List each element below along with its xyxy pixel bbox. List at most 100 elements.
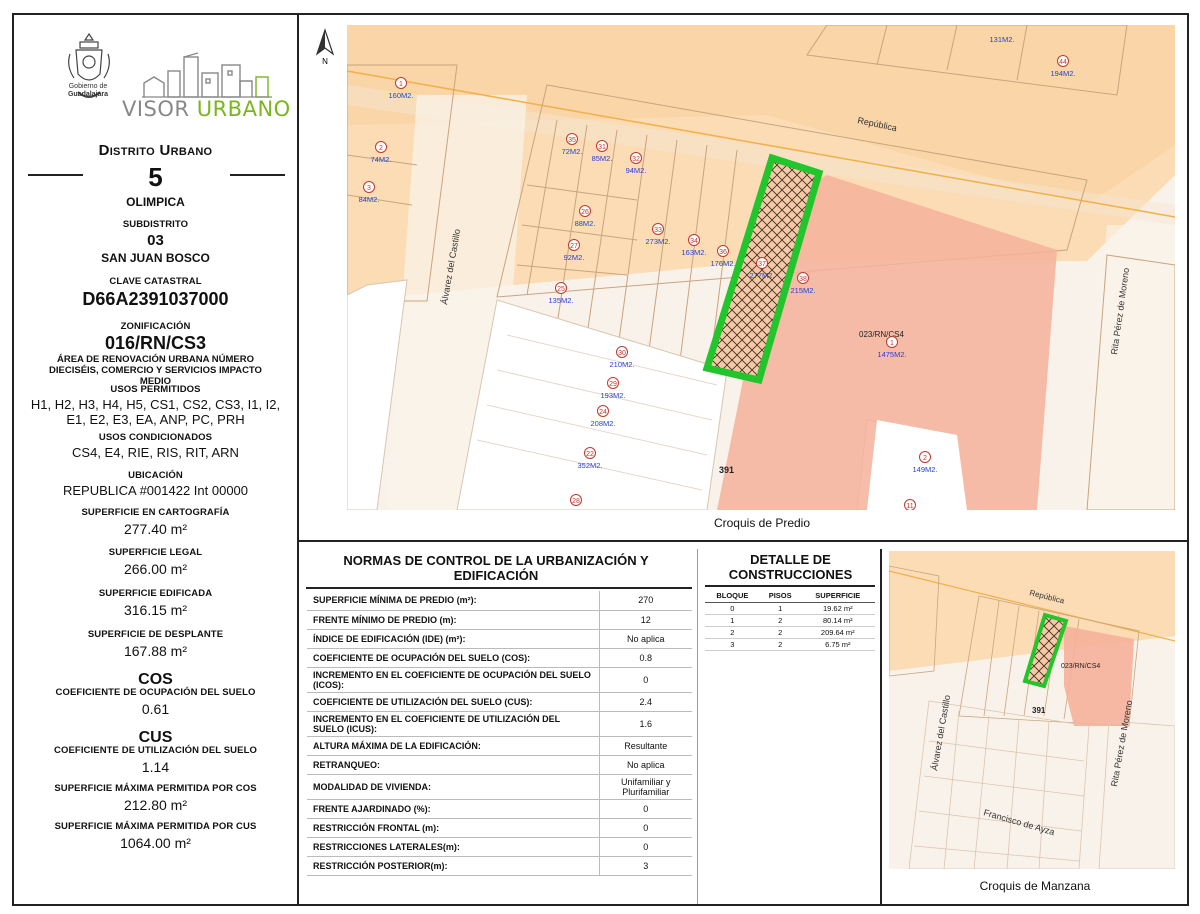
subdistrito-name: SAN JUAN BOSCO	[101, 251, 210, 265]
divider-middle	[299, 540, 1187, 542]
lot-number: 33	[654, 227, 662, 234]
lot-number: 36	[719, 249, 727, 256]
lot-number: 1	[890, 340, 894, 347]
small-street-alvarez: Álvarez del Castillo	[929, 694, 952, 771]
lot-area: 176M2.	[710, 259, 735, 268]
lot-marker[interactable]: 11	[904, 499, 916, 511]
detalle-row: 3 2 6.75 m²	[705, 638, 875, 651]
lot-area: 74M2.	[371, 155, 392, 164]
seal-label: Gobierno de Guadalajara	[58, 83, 118, 99]
usos-permitidos-label: USOS PERMITIDOS	[110, 384, 201, 395]
lot-number: 2	[379, 145, 383, 152]
detalle-header: BLOQUE	[705, 589, 760, 603]
detalle-cell: 2	[705, 626, 760, 639]
lot-number: 28	[572, 498, 580, 505]
lot-area: 149M2.	[912, 465, 937, 474]
normas-key: INCREMENTO EN EL COEFICIENTE DE OCUPACIÓ…	[307, 667, 600, 693]
normas-key: ALTURA MÁXIMA DE LA EDIFICACIÓN:	[307, 736, 600, 756]
normas-row: RETRANQUEO: No aplica	[307, 755, 692, 775]
normas-value: 0	[599, 818, 692, 838]
normas-row: SUPERFICIE MÍNIMA DE PREDIO (m²): 270	[307, 591, 692, 611]
info-panel: Gobierno de Guadalajara VISOR URBANO Dis…	[14, 15, 297, 904]
seal-label-line1: Gobierno de	[68, 83, 108, 90]
normas-key: RETRANQUEO:	[307, 755, 600, 775]
lot-area: 277M2.	[749, 271, 774, 280]
cus-value: 1.14	[141, 759, 170, 775]
normas-value: 0	[599, 837, 692, 857]
detalle-cell: 2	[759, 614, 801, 627]
normas-value: Resultante	[599, 736, 692, 756]
lot-area: 352M2.	[577, 461, 602, 470]
zonificacion-description: ÁREA DE RENOVACIÓN URBANA NÚMERO DIECISÉ…	[49, 354, 262, 387]
small-zone-label: 023/RN/CS4	[1061, 663, 1100, 670]
manzana-map[interactable]: República Álvarez del Castillo Rita Pére…	[889, 551, 1175, 869]
normas-key: INCREMENTO EN EL COEFICIENTE DE UTILIZAC…	[307, 711, 600, 737]
normas-value: 0.8	[599, 648, 692, 668]
sup-cartografia-label: SUPERFICIE EN CARTOGRAFÍA	[81, 507, 230, 518]
sup-edificada-label: SUPERFICIE EDIFICADA	[98, 588, 213, 599]
ubicacion-value: REPUBLICA #001422 Int 00000	[62, 483, 249, 498]
detalle-cell: 2	[759, 638, 801, 651]
normas-row: ALTURA MÁXIMA DE LA EDIFICACIÓN: Resultan…	[307, 736, 692, 756]
lot-number: 35	[568, 137, 576, 144]
cos-value: 0.61	[141, 701, 170, 717]
detalle-row: 2 2 209.64 m²	[705, 626, 875, 639]
urbano-word: URBANO	[196, 97, 291, 121]
normas-row: ÍNDICE DE EDIFICACIÓN (IDE) (m²): No apli…	[307, 629, 692, 649]
distrito-number: 5	[148, 162, 163, 192]
normas-value: 3	[599, 856, 692, 876]
lot-number: 11	[906, 503, 913, 510]
cus-label: COEFICIENTE DE UTILIZACIÓN DEL SUELO	[54, 745, 257, 756]
distrito-name: OLIMPICA	[126, 195, 185, 209]
clave-label: CLAVE CATASTRAL	[109, 276, 202, 287]
skyline-icon	[142, 52, 272, 98]
normas-row: INCREMENTO EN EL COEFICIENTE DE OCUPACIÓ…	[307, 667, 692, 693]
normas-row: RESTRICCIÓN FRONTAL (m): 0	[307, 818, 692, 838]
lot-area: 131M2.	[989, 35, 1014, 44]
divider-normas	[697, 549, 698, 904]
normas-row: COEFICIENTE DE UTILIZACIÓN DEL SUELO (CU…	[307, 692, 692, 712]
lot-number: 1	[399, 81, 403, 88]
detalle-cell: 1	[759, 602, 801, 615]
predio-map-svg: República Álvarez del Castillo Rita Pére…	[347, 25, 1175, 510]
lot-number: 37	[758, 261, 766, 268]
normas-key: COEFICIENTE DE UTILIZACIÓN DEL SUELO (CU…	[307, 692, 600, 712]
sup-max-cos-label: SUPERFICIE MÁXIMA PERMITIDA POR COS	[54, 783, 257, 794]
lot-number: 2	[923, 455, 927, 462]
detalle-header: PISOS	[759, 589, 801, 603]
normas-value: 270	[599, 591, 692, 611]
sup-desplante-value: 167.88 m²	[123, 643, 188, 659]
lot-area: 135M2.	[548, 296, 573, 305]
lot-area: 85M2.	[592, 154, 613, 163]
normas-title-underline	[306, 587, 692, 589]
lot-number: 30	[618, 350, 626, 357]
detalle-header: SUPERFICIE	[800, 589, 875, 603]
normas-value: 0	[599, 667, 692, 693]
predio-map[interactable]: República Álvarez del Castillo Rita Pére…	[347, 25, 1175, 510]
lot-area: 72M2.	[562, 147, 583, 156]
detalle-cell: 3	[705, 638, 760, 651]
normas-row: FRENTE MÍNIMO DE PREDIO (m): 12	[307, 610, 692, 630]
normas-value: 2.4	[599, 692, 692, 712]
zonificacion-label: ZONIFICACIÓN	[120, 321, 191, 332]
lot-number: 25	[557, 286, 565, 293]
normas-key: RESTRICCIÓN POSTERIOR(m):	[307, 856, 600, 876]
normas-value: No aplica	[599, 629, 692, 649]
lot-number: 32	[632, 156, 640, 163]
detalle-cell: 6.75 m²	[800, 638, 875, 651]
clave-value: D66A2391037000	[82, 289, 229, 309]
normas-row: INCREMENTO EN EL COEFICIENTE DE UTILIZAC…	[307, 711, 692, 737]
lot-marker[interactable]: 131M2.	[989, 35, 1014, 44]
normas-key: FRENTE AJARDINADO (%):	[307, 799, 600, 819]
divider-left	[297, 15, 299, 904]
detalle-cell: 80.14 m²	[800, 614, 875, 627]
normas-key: FRENTE MÍNIMO DE PREDIO (m):	[307, 610, 600, 630]
lot-marker[interactable]: 28	[570, 494, 582, 506]
lot-marker[interactable]: 25 135M2.	[548, 282, 574, 306]
ubicacion-label: UBICACIÓN	[128, 470, 183, 481]
normas-key: ÍNDICE DE EDIFICACIÓN (IDE) (m²):	[307, 629, 600, 649]
detalle-title: DETALLE DE CONSTRUCCIONES	[728, 552, 853, 582]
lot-area: 92M2.	[564, 253, 585, 262]
small-street-ayza: Francisco de Ayza	[982, 807, 1055, 837]
detalle-row: 1 2 80.14 m²	[705, 614, 875, 627]
